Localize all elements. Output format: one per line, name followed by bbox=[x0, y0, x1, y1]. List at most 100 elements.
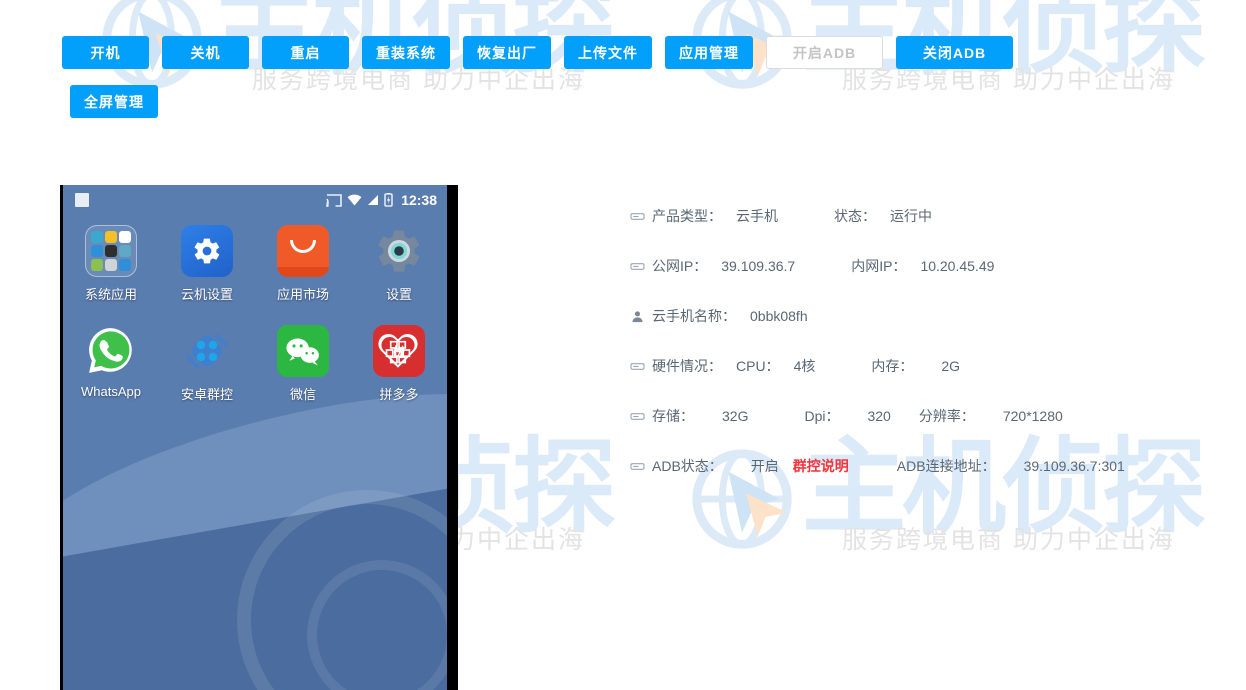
watermark-tagline: 服务跨境电商 助力中企出海 bbox=[842, 528, 1175, 553]
status-value: 运行中 bbox=[890, 206, 932, 226]
adb-status-label: ADB状态： bbox=[652, 456, 723, 476]
fullscreen-management-button[interactable]: 全屏管理 bbox=[70, 85, 158, 118]
app-market-icon bbox=[277, 225, 329, 277]
app-label: 微信 bbox=[290, 384, 316, 403]
folder-icon bbox=[85, 225, 137, 277]
app-icon-system-apps[interactable]: 系统应用 bbox=[63, 225, 159, 303]
server-icon bbox=[630, 410, 645, 423]
app-management-button[interactable]: 应用管理 bbox=[665, 36, 753, 69]
info-row-storage: 存储： 32G Dpi： 320 分辨率： 720*1280 bbox=[630, 405, 1125, 427]
reinstall-system-button[interactable]: 重装系统 bbox=[362, 36, 450, 69]
product-type-label: 产品类型： bbox=[652, 206, 722, 226]
adb-address-value: 39.109.36.7:301 bbox=[1024, 458, 1125, 474]
device-name-value: 0bbk08fh bbox=[750, 308, 808, 324]
storage-value: 32G bbox=[722, 408, 748, 424]
product-type-value: 云手机 bbox=[736, 206, 778, 226]
app-label: WhatsApp bbox=[81, 384, 141, 399]
resolution-label: 分辨率： bbox=[919, 406, 975, 426]
mini-icon-gallery bbox=[105, 245, 117, 257]
reboot-button[interactable]: 重启 bbox=[262, 36, 349, 69]
cloud-phone-preview[interactable]: 12:38 系统应用 bbox=[60, 185, 458, 690]
power-off-button[interactable]: 关机 bbox=[162, 36, 249, 69]
mini-icon-camera bbox=[91, 231, 103, 243]
mini-icon-chrome bbox=[105, 231, 117, 243]
server-icon bbox=[630, 260, 645, 273]
status-label: 状态： bbox=[834, 206, 876, 226]
wifi-icon bbox=[347, 194, 362, 206]
private-ip-label: 内网IP： bbox=[851, 256, 906, 276]
watermark-tagline: 服务跨境电商 助力中企出海 bbox=[252, 68, 585, 93]
private-ip-value: 10.20.45.49 bbox=[920, 258, 994, 274]
info-row-hardware: 硬件情况： CPU： 4核 内存： 2G bbox=[630, 355, 1125, 377]
app-icon-wechat[interactable]: 微信 bbox=[255, 325, 351, 403]
app-label: 安卓群控 bbox=[181, 384, 233, 403]
info-row-product-type: 产品类型： 云手机 状态： 运行中 bbox=[630, 205, 1125, 227]
app-label: 拼多多 bbox=[379, 384, 418, 403]
device-name-label: 云手机名称： bbox=[652, 306, 736, 326]
mini-icon-files bbox=[105, 259, 117, 271]
notification-square-icon bbox=[75, 193, 89, 207]
app-icon-android-group-control[interactable]: 安卓群控 bbox=[159, 325, 255, 403]
storage-label: 存储： bbox=[652, 406, 694, 426]
app-icon-whatsapp[interactable]: WhatsApp bbox=[63, 325, 159, 403]
mini-icon-download bbox=[119, 259, 131, 271]
cpu-value: 4核 bbox=[794, 356, 816, 376]
smile-glyph bbox=[290, 240, 316, 253]
toolbar-row-secondary: 全屏管理 bbox=[70, 85, 158, 118]
settings-icon bbox=[373, 225, 425, 277]
power-on-button[interactable]: 开机 bbox=[62, 36, 149, 69]
wechat-icon bbox=[277, 325, 329, 377]
mini-icon-notes bbox=[91, 259, 103, 271]
cpu-label: CPU： bbox=[736, 356, 780, 376]
dpi-value: 320 bbox=[867, 408, 890, 424]
adb-status-value: 开启 bbox=[751, 456, 779, 476]
memory-label: 内存： bbox=[871, 356, 913, 376]
server-icon bbox=[630, 360, 645, 373]
whatsapp-glyph-icon bbox=[86, 326, 136, 376]
app-icon-settings[interactable]: 设置 bbox=[351, 225, 447, 303]
status-bar-time: 12:38 bbox=[401, 192, 437, 208]
app-label: 应用市场 bbox=[277, 284, 329, 303]
status-icons: 12:38 bbox=[326, 192, 437, 208]
android-group-control-icon bbox=[181, 325, 233, 377]
server-icon bbox=[630, 460, 645, 473]
gear-glyph-icon bbox=[374, 226, 424, 276]
public-ip-value: 39.109.36.7 bbox=[721, 258, 795, 274]
resolution-value: 720*1280 bbox=[1003, 408, 1063, 424]
server-icon bbox=[630, 210, 645, 223]
market-base-strip bbox=[277, 267, 329, 277]
app-label: 设置 bbox=[386, 284, 412, 303]
public-ip-label: 公网IP： bbox=[652, 256, 707, 276]
user-icon bbox=[630, 310, 645, 323]
app-label: 云机设置 bbox=[181, 284, 233, 303]
adb-address-label: ADB连接地址： bbox=[897, 456, 996, 476]
factory-reset-button[interactable]: 恢复出厂 bbox=[463, 36, 551, 69]
signal-icon bbox=[367, 194, 379, 206]
memory-value: 2G bbox=[941, 358, 960, 374]
whatsapp-icon bbox=[85, 325, 137, 377]
app-grid: 系统应用 云机设置 应用市场 bbox=[63, 225, 447, 403]
app-icon-pinduoduo[interactable]: 拼 拼多多 bbox=[351, 325, 447, 403]
app-icon-market[interactable]: 应用市场 bbox=[255, 225, 351, 303]
phone-screen[interactable]: 12:38 系统应用 bbox=[63, 185, 447, 690]
cloud-settings-icon bbox=[181, 225, 233, 277]
info-row-device-name: 云手机名称： 0bbk08fh bbox=[630, 305, 1125, 327]
mini-icon-excel bbox=[119, 231, 131, 243]
phone-status-bar: 12:38 bbox=[63, 185, 447, 215]
hardware-label: 硬件情况： bbox=[652, 356, 722, 376]
enable-adb-button: 开启ADB bbox=[766, 36, 883, 69]
group-control-doc-link[interactable]: 群控说明 bbox=[793, 456, 849, 476]
app-icon-cloud-phone-settings[interactable]: 云机设置 bbox=[159, 225, 255, 303]
info-row-ip: 公网IP： 39.109.36.7 内网IP： 10.20.45.49 bbox=[630, 255, 1125, 277]
pinduoduo-char: 拼 bbox=[394, 343, 405, 359]
gear-glyph-icon bbox=[192, 236, 222, 266]
dpi-label: Dpi： bbox=[804, 406, 839, 426]
info-row-adb: ADB状态： 开启 群控说明 ADB连接地址： 39.109.36.7:301 bbox=[630, 455, 1125, 477]
wechat-glyph-icon bbox=[285, 336, 321, 366]
pinduoduo-icon: 拼 bbox=[373, 325, 425, 377]
device-info-panel: 产品类型： 云手机 状态： 运行中 公网IP： 39.109.36.7 内网IP… bbox=[630, 205, 1125, 477]
app-page: 主机侦探服务跨境电商 助力中企出海主机侦探服务跨境电商 助力中企出海主机侦探服务… bbox=[0, 0, 1246, 690]
disable-adb-button[interactable]: 关闭ADB bbox=[896, 36, 1013, 69]
watermark-tagline: 服务跨境电商 助力中企出海 bbox=[842, 68, 1175, 93]
upload-file-button[interactable]: 上传文件 bbox=[564, 36, 652, 69]
